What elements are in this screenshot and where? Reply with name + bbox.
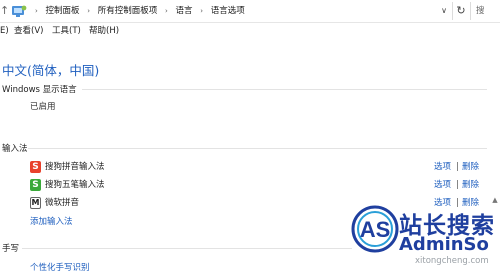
language-title: 中文(简体，中国) xyxy=(2,63,100,78)
handwriting-heading: 手写 xyxy=(2,244,20,254)
control-panel-icon xyxy=(12,5,27,17)
breadcrumb-language[interactable]: 语言 xyxy=(175,0,192,22)
breadcrumb-separator: › xyxy=(164,7,168,15)
menu-view[interactable]: 查看(V) xyxy=(14,22,43,40)
menu-help[interactable]: 帮助(H) xyxy=(89,22,119,40)
remove-link[interactable]: 删除 xyxy=(462,179,479,192)
menu-tools[interactable]: 工具(T) xyxy=(52,22,81,40)
sogou-wubi-icon: S xyxy=(30,179,41,191)
section-divider xyxy=(28,148,487,149)
logo-letters: AS xyxy=(360,217,391,242)
up-arrow-icon[interactable]: ↑ xyxy=(0,3,10,19)
search-box[interactable]: 搜 xyxy=(470,2,500,20)
personalize-handwriting-link[interactable]: 个性化手写识别 xyxy=(30,261,90,272)
breadcrumb-all-items[interactable]: 所有控制面板项 xyxy=(98,0,158,22)
options-link[interactable]: 选项 xyxy=(434,161,451,174)
breadcrumb-separator: › xyxy=(87,7,91,15)
watermark-url: xitongcheng.com xyxy=(415,256,489,266)
refresh-icon[interactable]: ↻ xyxy=(452,2,469,20)
search-placeholder: 搜 xyxy=(476,6,485,16)
watermark-brand: AdminSo xyxy=(399,234,489,255)
display-language-status: 已启用 xyxy=(30,102,56,112)
microsoft-pinyin-icon: M xyxy=(30,197,41,209)
options-link[interactable]: 选项 xyxy=(434,179,451,192)
section-divider xyxy=(22,248,352,249)
breadcrumb: › 控制面板 › 所有控制面板项 › 语言 › 语言选项 xyxy=(30,0,245,22)
input-methods-heading: 输入法 xyxy=(2,144,28,154)
link-separator: | xyxy=(456,180,459,190)
section-divider xyxy=(82,89,487,90)
display-language-heading: Windows 显示语言 xyxy=(2,85,77,95)
input-method-name: 搜狗五笔输入法 xyxy=(45,180,105,190)
breadcrumb-control-panel[interactable]: 控制面板 xyxy=(46,0,80,22)
watermark: AS 站长搜索 AdminSo xitongcheng.com xyxy=(345,204,500,272)
menu-edit[interactable]: E) xyxy=(0,22,9,40)
input-method-name: 微软拼音 xyxy=(45,198,80,208)
scroll-up-arrow-icon[interactable]: ▲ xyxy=(491,196,499,204)
adminso-logo: AS xyxy=(351,205,399,253)
language-options-window: ↑ › 控制面板 › 所有控制面板项 › 语言 › 语言选项 ∨ ↻ 搜 E) … xyxy=(0,0,500,272)
link-separator: | xyxy=(456,162,459,172)
menu-bar: E) 查看(V) 工具(T) 帮助(H) xyxy=(0,22,500,40)
breadcrumb-separator: › xyxy=(35,7,38,15)
address-bar[interactable]: ↑ › 控制面板 › 所有控制面板项 › 语言 › 语言选项 ∨ ↻ 搜 xyxy=(0,0,500,23)
breadcrumb-separator: › xyxy=(200,7,204,15)
add-input-method-link[interactable]: 添加输入法 xyxy=(30,215,73,227)
breadcrumb-language-options[interactable]: 语言选项 xyxy=(211,0,245,22)
input-method-row: S 搜狗拼音输入法 选项 | 删除 xyxy=(30,161,500,175)
sogou-pinyin-icon: S xyxy=(30,161,41,173)
input-method-row: S 搜狗五笔输入法 选项 | 删除 xyxy=(30,179,500,193)
remove-link[interactable]: 删除 xyxy=(462,161,479,174)
input-method-name: 搜狗拼音输入法 xyxy=(45,162,105,172)
address-dropdown-icon[interactable]: ∨ xyxy=(438,4,450,18)
